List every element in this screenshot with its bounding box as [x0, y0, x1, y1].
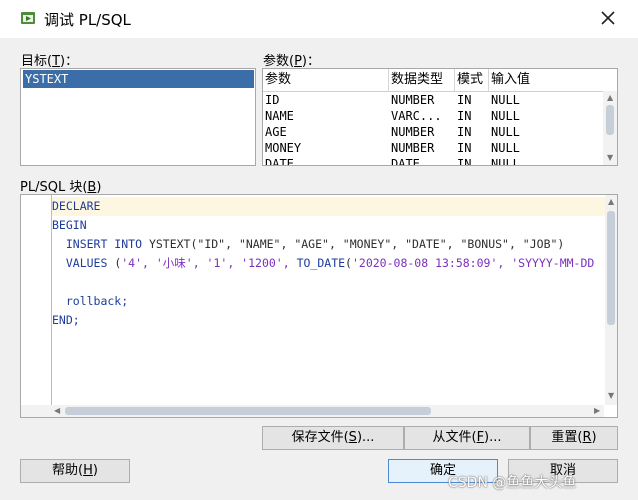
editor-vertical-scrollbar[interactable]: ▲ ▼ — [605, 195, 617, 405]
column-header-param[interactable]: 参数 — [263, 69, 389, 91]
params-table[interactable]: 参数 数据类型 模式 输入值 ID NUMBER IN NULL NAME VA… — [262, 68, 618, 166]
code-line[interactable]: INSERT INTO YSTEXT("ID", "NAME", "AGE", … — [52, 235, 565, 254]
column-header-mode[interactable]: 模式 — [455, 69, 489, 91]
table-row[interactable]: AGE NUMBER IN NULL — [263, 124, 603, 140]
reset-button[interactable]: 重置(R) — [530, 426, 618, 450]
save-file-button[interactable]: 保存文件(S)... — [262, 426, 404, 450]
target-item-ystext[interactable]: YSTEXT — [23, 70, 254, 88]
scroll-right-icon[interactable]: ▶ — [594, 406, 600, 416]
watermark: CSDN @鱼鱼大头鱼 — [448, 475, 577, 491]
code-line[interactable]: DECLARE — [52, 197, 100, 216]
load-file-button[interactable]: 从文件(F)... — [404, 426, 530, 450]
editor-horizontal-scrollbar[interactable]: ◀ ▶ — [21, 405, 604, 417]
target-list[interactable]: YSTEXT — [20, 68, 256, 166]
table-row[interactable]: ID NUMBER IN NULL — [263, 92, 603, 108]
scroll-thumb[interactable] — [65, 407, 431, 415]
scroll-down-icon[interactable]: ▼ — [608, 391, 614, 401]
params-table-header: 参数 数据类型 模式 输入值 — [263, 69, 603, 92]
table-row[interactable]: NAME VARC... IN NULL — [263, 108, 603, 124]
code-line[interactable]: END; — [52, 311, 80, 330]
scroll-thumb[interactable] — [607, 211, 615, 325]
column-header-type[interactable]: 数据类型 — [389, 69, 455, 91]
help-button[interactable]: 帮助(H) — [20, 459, 130, 483]
target-label: 目标(T)： — [21, 54, 79, 69]
params-label: 参数(P)： — [263, 54, 320, 69]
scroll-down-icon[interactable]: ▼ — [607, 153, 613, 163]
scroll-up-icon[interactable]: ▲ — [608, 197, 614, 207]
code-line[interactable]: VALUES ('4', '小味', '1', '1200', TO_DATE(… — [52, 254, 594, 273]
scroll-left-icon[interactable]: ◀ — [54, 406, 60, 416]
scroll-up-icon[interactable]: ▲ — [607, 93, 613, 103]
plsql-debug-icon — [21, 12, 35, 24]
table-row[interactable]: DATE DATE IN NULL — [263, 156, 603, 165]
table-row[interactable]: MONEY NUMBER IN NULL — [263, 140, 603, 156]
title-bar: 调试 PL/SQL — [0, 0, 638, 38]
plsql-editor[interactable]: DECLARE BEGIN INSERT INTO YSTEXT("ID", "… — [20, 194, 618, 418]
column-header-value[interactable]: 输入值 — [489, 69, 603, 91]
params-vertical-scrollbar[interactable]: ▲ ▼ — [603, 91, 617, 165]
plsql-block-label: PL/SQL 块(B) — [20, 180, 102, 195]
close-icon[interactable] — [596, 6, 620, 30]
current-line-highlight — [52, 197, 605, 216]
window-title: 调试 PL/SQL — [44, 11, 131, 29]
editor-gutter — [21, 195, 52, 405]
code-line[interactable]: rollback; — [52, 292, 128, 311]
scroll-thumb[interactable] — [606, 105, 614, 135]
code-line[interactable]: BEGIN — [52, 216, 87, 235]
